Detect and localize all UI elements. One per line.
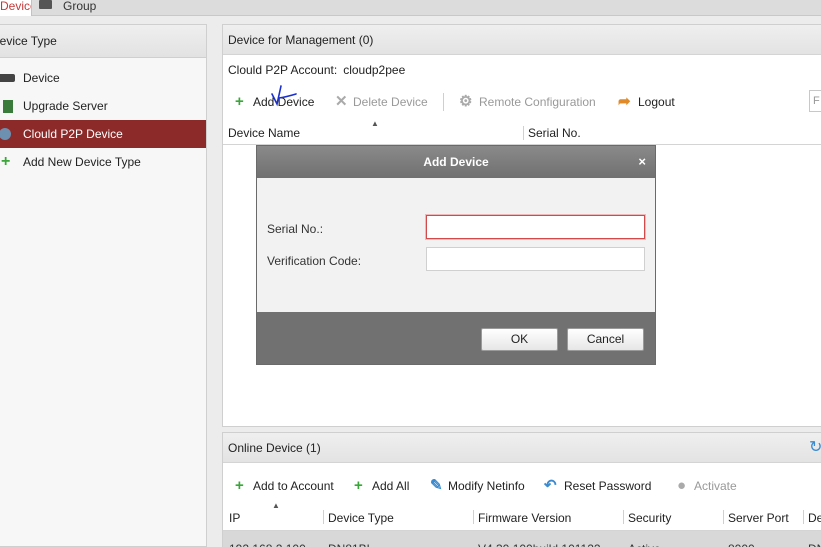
sidebar-item-add-new-device-type[interactable]: + Add New Device Type bbox=[0, 148, 206, 176]
plus-icon: + bbox=[1, 153, 11, 170]
cell-firmware-version: V4.30.100build 101122 bbox=[478, 537, 601, 547]
column-device-extra[interactable]: De bbox=[808, 505, 821, 531]
bulb-icon: ● bbox=[677, 477, 687, 494]
cell-server-port: 8000 bbox=[728, 537, 755, 547]
sidebar-item-label: Upgrade Server bbox=[23, 99, 108, 113]
sidebar-item-upgrade-server[interactable]: Upgrade Server bbox=[0, 92, 206, 120]
plus-icon: + bbox=[235, 93, 244, 110]
tab-device[interactable]: Device bbox=[0, 0, 32, 16]
sort-arrow-icon[interactable]: ▲ bbox=[272, 501, 280, 510]
dialog-body: Serial No.: Verification Code: bbox=[257, 178, 655, 312]
column-divider bbox=[473, 510, 474, 524]
sidebar-item-label: Device bbox=[23, 71, 60, 85]
dialog-title-bar: Add Device × bbox=[257, 146, 655, 178]
logout-icon: ➦ bbox=[618, 93, 631, 110]
top-tab-bar: Device Group bbox=[0, 0, 821, 16]
sidebar-item-device[interactable]: Device bbox=[0, 64, 206, 92]
tab-group-label: Group bbox=[63, 0, 97, 13]
column-serial-no[interactable]: Serial No. bbox=[528, 121, 581, 145]
modify-netinfo-label: Modify Netinfo bbox=[448, 479, 525, 493]
column-firmware-version[interactable]: Firmware Version bbox=[478, 505, 571, 531]
delete-device-label: Delete Device bbox=[353, 95, 428, 109]
logout-label: Logout bbox=[638, 95, 675, 109]
online-toolbar: + Add to Account + Add All ✎ Modify Neti… bbox=[223, 473, 821, 499]
column-divider bbox=[323, 510, 324, 524]
management-table-header: ▲ Device Name Serial No. bbox=[223, 119, 821, 145]
serial-no-label: Serial No.: bbox=[267, 222, 324, 236]
sidebar-item-cloud-p2p-device[interactable]: Clould P2P Device bbox=[0, 120, 206, 148]
dialog-title: Add Device bbox=[423, 155, 489, 169]
edit-icon: ✎ bbox=[430, 477, 443, 494]
plus-icon: + bbox=[235, 477, 244, 494]
plus-icon: + bbox=[354, 477, 363, 494]
account-value: cloudp2pee bbox=[343, 63, 406, 77]
filter-input[interactable]: F bbox=[809, 90, 821, 112]
delete-icon: ✕ bbox=[335, 93, 348, 110]
cell-ip: 192.168.2.100 bbox=[229, 537, 306, 547]
sidebar-item-label: Add New Device Type bbox=[23, 155, 141, 169]
sidebar-header: Device Type bbox=[0, 25, 206, 58]
toolbar-divider bbox=[443, 93, 444, 111]
folder-icon bbox=[39, 0, 52, 9]
column-divider bbox=[803, 510, 804, 524]
cancel-button[interactable]: Cancel bbox=[567, 328, 644, 351]
table-row[interactable]: 192.168.2.100 DN81BL V4.30.100build 1011… bbox=[223, 531, 821, 547]
tab-group[interactable]: Group bbox=[35, 0, 115, 16]
column-divider bbox=[523, 126, 524, 140]
management-title: Device for Management (0) bbox=[223, 25, 821, 55]
online-device-title: Online Device (1) bbox=[228, 441, 321, 455]
sidebar-item-label: Clould P2P Device bbox=[23, 127, 123, 141]
sort-arrow-icon[interactable]: ▲ bbox=[371, 119, 379, 128]
dialog-footer: OK Cancel bbox=[257, 312, 655, 364]
cell-device-type: DN81BL bbox=[328, 537, 373, 547]
cell-security: Active bbox=[628, 537, 661, 547]
add-to-account-label: Add to Account bbox=[253, 479, 334, 493]
cell-device-extra: DN bbox=[808, 537, 821, 547]
column-security[interactable]: Security bbox=[628, 505, 671, 531]
verification-code-input[interactable] bbox=[426, 247, 645, 271]
server-icon bbox=[3, 100, 13, 113]
online-table-header: ▲ IP Device Type Firmware Version Securi… bbox=[223, 501, 821, 531]
column-device-name[interactable]: Device Name bbox=[228, 121, 300, 145]
device-icon bbox=[0, 74, 15, 82]
account-label: Clould P2P Account: bbox=[228, 63, 338, 77]
cloud-account-line: Clould P2P Account: cloudp2pee bbox=[228, 63, 405, 77]
column-server-port[interactable]: Server Port bbox=[728, 505, 789, 531]
ok-button[interactable]: OK bbox=[481, 328, 558, 351]
management-toolbar: + Add Device ✕ Delete Device ⚙ Remote Co… bbox=[223, 89, 821, 115]
close-icon[interactable]: × bbox=[638, 146, 646, 178]
handwritten-check-annotation bbox=[271, 85, 297, 107]
add-device-dialog: Add Device × Serial No.: Verification Co… bbox=[256, 145, 656, 365]
refresh-icon[interactable]: ↻ bbox=[809, 433, 821, 463]
reset-password-label: Reset Password bbox=[564, 479, 652, 493]
device-type-sidebar: Device Type Device Upgrade Server Clould… bbox=[0, 24, 207, 547]
online-device-header: Online Device (1) ↻ bbox=[223, 433, 821, 463]
column-device-type[interactable]: Device Type bbox=[328, 505, 394, 531]
gear-icon: ⚙ bbox=[459, 93, 473, 110]
verification-code-label: Verification Code: bbox=[267, 254, 362, 268]
add-all-label: Add All bbox=[372, 479, 410, 493]
column-ip[interactable]: IP bbox=[229, 505, 240, 531]
cloud-icon bbox=[0, 128, 11, 140]
sidebar-header-label: Device Type bbox=[0, 34, 57, 48]
serial-no-input[interactable] bbox=[426, 215, 645, 239]
remote-configuration-label: Remote Configuration bbox=[479, 95, 596, 109]
online-device-panel: Online Device (1) ↻ + Add to Account + A… bbox=[222, 432, 821, 547]
column-divider bbox=[623, 510, 624, 524]
column-divider bbox=[723, 510, 724, 524]
activate-label: Activate bbox=[694, 479, 737, 493]
undo-icon: ↶ bbox=[544, 477, 557, 494]
